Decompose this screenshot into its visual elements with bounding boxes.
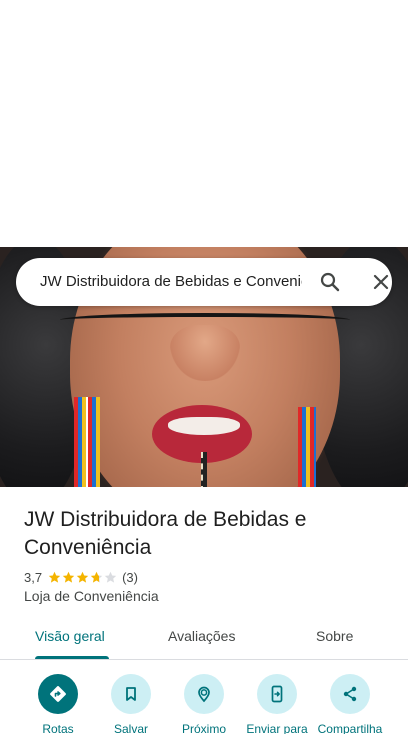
search-query[interactable]: JW Distribuidora de Bebidas e Conveniênc… bbox=[40, 272, 302, 292]
star-icon bbox=[62, 571, 75, 583]
star-icon bbox=[48, 571, 61, 583]
directions-icon bbox=[38, 674, 78, 714]
share-label: Compartilha bbox=[317, 722, 383, 734]
star-icon bbox=[76, 571, 89, 583]
star-icon bbox=[104, 571, 117, 583]
tab-overview[interactable]: Visão geral bbox=[35, 628, 105, 644]
nearby-icon bbox=[184, 674, 224, 714]
map-area[interactable] bbox=[0, 0, 408, 247]
action-bar: Rotas Salvar Próximo Enviar para Compart… bbox=[0, 660, 408, 734]
bookmark-icon bbox=[111, 674, 151, 714]
star-icon bbox=[90, 571, 103, 583]
rating-row[interactable]: 3,7 (3) bbox=[24, 568, 138, 586]
tab-active-indicator bbox=[35, 656, 109, 659]
rating-stars bbox=[48, 571, 118, 584]
rating-value: 3,7 bbox=[24, 569, 43, 585]
photo-teeth bbox=[168, 417, 240, 435]
send-to-phone-icon bbox=[257, 674, 297, 714]
tab-bar: Visão geral Avaliações Sobre bbox=[0, 620, 408, 660]
place-category[interactable]: Loja de Conveniência bbox=[24, 588, 159, 604]
photo-straw bbox=[201, 452, 207, 487]
place-title: JW Distribuidora de Bebidas e Conveniênc… bbox=[24, 508, 307, 559]
search-bar[interactable]: JW Distribuidora de Bebidas e Conveniênc… bbox=[16, 258, 392, 306]
search-icon[interactable] bbox=[318, 270, 342, 294]
share-button[interactable]: Compartilha bbox=[310, 674, 390, 734]
share-icon bbox=[330, 674, 370, 714]
photo-nose bbox=[170, 325, 240, 381]
close-icon[interactable] bbox=[369, 270, 393, 294]
tab-reviews[interactable]: Avaliações bbox=[168, 628, 235, 644]
tab-about[interactable]: Sobre bbox=[316, 628, 353, 644]
review-count[interactable]: (3) bbox=[122, 570, 138, 585]
photo-earring-right bbox=[298, 407, 316, 487]
photo-earring-left bbox=[74, 397, 100, 487]
